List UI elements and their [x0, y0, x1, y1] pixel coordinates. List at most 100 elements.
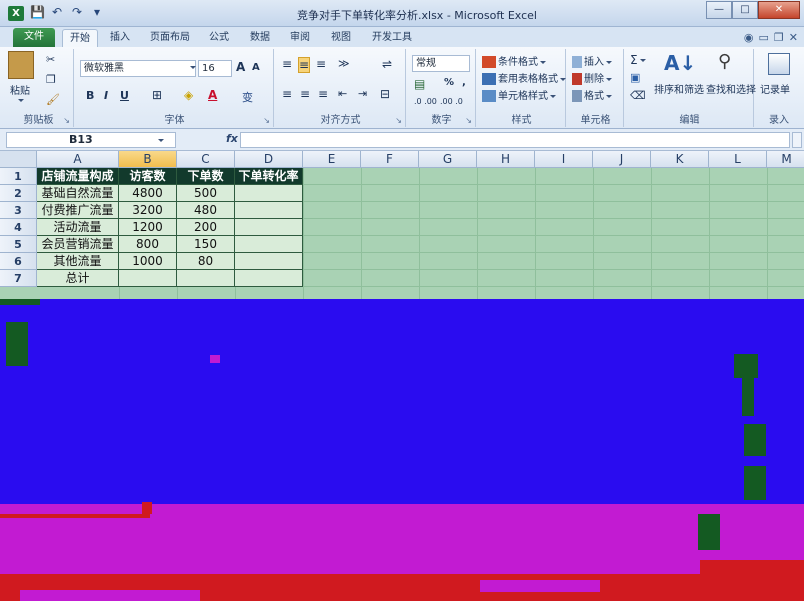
insert-function-icon[interactable]: fx [226, 132, 238, 145]
clear-icon[interactable]: ⌫ [630, 89, 646, 102]
table-cell[interactable]: 480 [177, 202, 235, 219]
table-header-cell[interactable]: 访客数 [119, 168, 177, 185]
phonetic-icon[interactable]: 变 [242, 89, 253, 105]
tab-page-layout[interactable]: 页面布局 [144, 29, 196, 47]
alignment-launcher-icon[interactable]: ↘ [395, 116, 402, 125]
table-cell[interactable] [235, 253, 303, 270]
increase-indent-icon[interactable]: ⇥ [358, 87, 367, 100]
close-button[interactable]: ✕ [758, 1, 800, 19]
align-right-icon[interactable]: ≡ [318, 87, 328, 101]
table-cell[interactable]: 500 [177, 185, 235, 202]
wrap-text-icon[interactable]: ⇌ [382, 57, 392, 71]
column-header-i[interactable]: I [535, 151, 593, 168]
fill-icon[interactable]: ▣ [630, 71, 640, 84]
record-sheet-icon[interactable] [768, 53, 790, 75]
decrease-decimal-button[interactable]: .00 .0 [440, 97, 463, 106]
conditional-format-button[interactable]: 条件格式 [482, 53, 546, 68]
column-header-h[interactable]: H [477, 151, 535, 168]
maximize-button[interactable]: □ [732, 1, 758, 19]
row-header-3[interactable]: 3 [0, 202, 37, 219]
sort-filter-button[interactable]: 排序和筛选 [654, 81, 704, 96]
row-header-7[interactable]: 7 [0, 270, 37, 287]
insert-cells-button[interactable]: 插入 [572, 53, 612, 68]
font-color-icon[interactable]: A [208, 88, 217, 102]
record-sheet-button[interactable]: 记录单 [760, 81, 790, 96]
tab-data[interactable]: 数据 [244, 29, 276, 47]
restore-icon[interactable]: ❐ [774, 31, 784, 44]
formula-input[interactable] [240, 132, 790, 148]
minimize-button[interactable]: — [706, 1, 732, 19]
paste-dropdown-icon[interactable] [16, 95, 24, 106]
align-left-icon[interactable]: ≡ [282, 87, 292, 101]
column-header-l[interactable]: L [709, 151, 767, 168]
decrease-indent-icon[interactable]: ⇤ [338, 87, 347, 100]
align-bottom-icon[interactable]: ≡ [316, 57, 326, 71]
align-center-icon[interactable]: ≡ [300, 87, 310, 101]
table-cell[interactable]: 活动流量 [37, 219, 119, 236]
table-cell[interactable] [235, 270, 303, 287]
column-header-c[interactable]: C [177, 151, 235, 168]
table-cell[interactable]: 其他流量 [37, 253, 119, 270]
sort-filter-icon[interactable]: A↓ [664, 51, 696, 75]
table-cell[interactable] [177, 270, 235, 287]
table-cell[interactable]: 200 [177, 219, 235, 236]
column-header-d[interactable]: D [235, 151, 303, 168]
number-format-select[interactable]: 常规 [412, 55, 470, 72]
select-all-corner[interactable] [0, 151, 37, 168]
cell-styles-button[interactable]: 单元格样式 [482, 87, 556, 102]
table-cell[interactable]: 1000 [119, 253, 177, 270]
find-select-icon[interactable]: ⚲ [718, 51, 731, 72]
find-select-button[interactable]: 查找和选择 [706, 81, 756, 96]
tab-review[interactable]: 审阅 [284, 29, 316, 47]
table-cell[interactable]: 总计 [37, 270, 119, 287]
orientation-icon[interactable]: ≫ [338, 57, 350, 70]
table-header-cell[interactable]: 下单数 [177, 168, 235, 185]
fill-color-icon[interactable]: ◈ [184, 88, 193, 102]
row-header-1[interactable]: 1 [0, 168, 37, 185]
table-cell[interactable]: 付费推广流量 [37, 202, 119, 219]
table-cell[interactable]: 800 [119, 236, 177, 253]
column-header-f[interactable]: F [361, 151, 419, 168]
column-header-j[interactable]: J [593, 151, 651, 168]
table-cell[interactable] [235, 219, 303, 236]
worksheet-grid[interactable]: A B C D E F G H I J K L M 1 2 3 4 5 6 7 店铺流量构成 访客数 下单数 下单转化率 基础自… [0, 151, 804, 299]
tab-developer[interactable]: 开发工具 [366, 29, 418, 47]
font-size-select[interactable]: 16 [198, 60, 232, 77]
name-box-dropdown-icon[interactable] [156, 135, 164, 146]
bold-button[interactable]: B [86, 89, 94, 102]
column-header-g[interactable]: G [419, 151, 477, 168]
table-cell[interactable]: 150 [177, 236, 235, 253]
table-cell[interactable] [235, 202, 303, 219]
tab-file[interactable]: 文件 [13, 28, 55, 47]
underline-button[interactable]: U [120, 89, 129, 102]
tab-insert[interactable]: 插入 [104, 29, 136, 47]
close-workbook-icon[interactable]: ✕ [789, 31, 798, 44]
cut-icon[interactable]: ✂ [46, 53, 55, 66]
tab-home[interactable]: 开始 [62, 29, 98, 47]
name-box[interactable]: B13 [6, 132, 176, 148]
tab-view[interactable]: 视图 [325, 29, 357, 47]
table-header-cell[interactable]: 下单转化率 [235, 168, 303, 185]
row-header-6[interactable]: 6 [0, 253, 37, 270]
table-cell[interactable]: 3200 [119, 202, 177, 219]
font-name-select[interactable]: 微软雅黑 [80, 60, 196, 77]
table-cell[interactable]: 4800 [119, 185, 177, 202]
currency-icon[interactable]: ▤ [414, 77, 425, 91]
table-cell[interactable]: 会员营销流量 [37, 236, 119, 253]
minimize-ribbon-icon[interactable]: ▭ [759, 31, 769, 44]
shrink-font-button[interactable]: A [252, 62, 260, 73]
format-as-table-button[interactable]: 套用表格格式 [482, 70, 566, 85]
tab-formulas[interactable]: 公式 [203, 29, 235, 47]
table-cell[interactable]: 1200 [119, 219, 177, 236]
number-launcher-icon[interactable]: ↘ [465, 116, 472, 125]
copy-icon[interactable]: ❐ [46, 73, 56, 86]
increase-decimal-button[interactable]: .0 .00 [414, 97, 437, 106]
table-cell[interactable] [119, 270, 177, 287]
italic-button[interactable]: I [104, 89, 108, 102]
column-header-e[interactable]: E [303, 151, 361, 168]
table-cell[interactable]: 基础自然流量 [37, 185, 119, 202]
column-header-b[interactable]: B [119, 151, 177, 168]
row-header-2[interactable]: 2 [0, 185, 37, 202]
column-header-k[interactable]: K [651, 151, 709, 168]
format-cells-button[interactable]: 格式 [572, 87, 612, 102]
